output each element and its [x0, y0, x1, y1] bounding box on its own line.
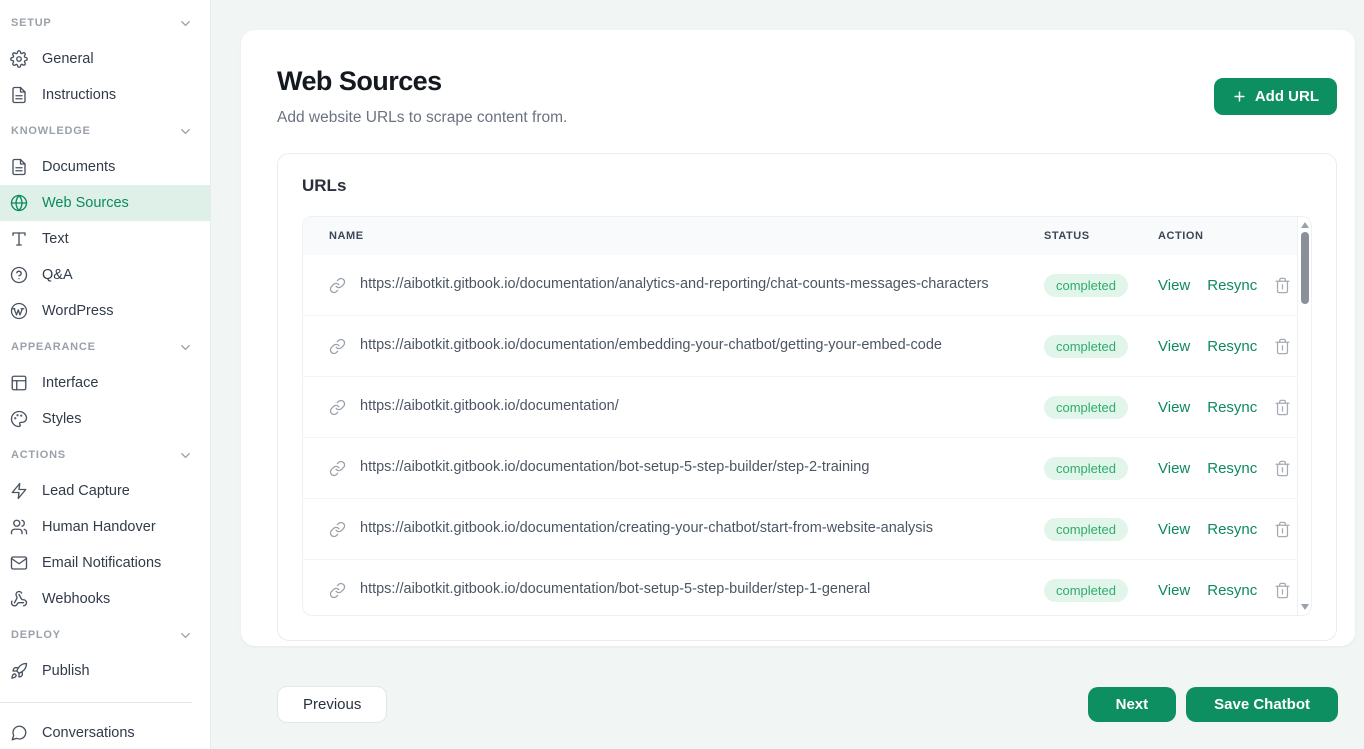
scroll-up-arrow[interactable] — [1301, 222, 1309, 228]
view-link[interactable]: View — [1158, 399, 1190, 416]
url-text: https://aibotkit.gitbook.io/documentatio… — [360, 335, 942, 357]
trash-icon[interactable] — [1274, 338, 1291, 355]
status-badge: completed — [1044, 579, 1128, 602]
resync-link[interactable]: Resync — [1207, 460, 1257, 477]
table-header: NAME STATUS ACTION — [303, 217, 1297, 255]
status-badge: completed — [1044, 396, 1128, 419]
status-badge: completed — [1044, 274, 1128, 297]
urls-table: NAME STATUS ACTION https://aibotkit.gitb… — [302, 216, 1312, 616]
url-text: https://aibotkit.gitbook.io/documentatio… — [360, 274, 989, 296]
table-row: https://aibotkit.gitbook.io/documentatio… — [303, 255, 1297, 316]
resync-link[interactable]: Resync — [1207, 521, 1257, 538]
view-link[interactable]: View — [1158, 521, 1190, 538]
link-icon — [329, 521, 346, 538]
link-icon — [329, 277, 346, 294]
trash-icon[interactable] — [1274, 277, 1291, 294]
trash-icon[interactable] — [1274, 399, 1291, 416]
trash-icon[interactable] — [1274, 460, 1291, 477]
status-badge: completed — [1044, 457, 1128, 480]
link-icon — [329, 338, 346, 355]
table-row: https://aibotkit.gitbook.io/documentatio… — [303, 377, 1297, 438]
link-icon — [329, 399, 346, 416]
column-header-name: NAME — [329, 230, 1044, 242]
trash-icon[interactable] — [1274, 521, 1291, 538]
status-badge: completed — [1044, 518, 1128, 541]
urls-panel: URLs NAME STATUS ACTION https://aibotkit… — [277, 153, 1337, 641]
resync-link[interactable]: Resync — [1207, 582, 1257, 599]
table-row: https://aibotkit.gitbook.io/documentatio… — [303, 438, 1297, 499]
table-scrollbar[interactable] — [1297, 217, 1311, 615]
table-row: https://aibotkit.gitbook.io/documentatio… — [303, 499, 1297, 560]
view-link[interactable]: View — [1158, 582, 1190, 599]
url-text: https://aibotkit.gitbook.io/documentatio… — [360, 518, 933, 540]
table-row: https://aibotkit.gitbook.io/documentatio… — [303, 316, 1297, 377]
resync-link[interactable]: Resync — [1207, 338, 1257, 355]
column-header-status: STATUS — [1044, 230, 1158, 242]
table-row: https://aibotkit.gitbook.io/documentatio… — [303, 560, 1297, 616]
link-icon — [329, 460, 346, 477]
url-text: https://aibotkit.gitbook.io/documentatio… — [360, 396, 619, 418]
view-link[interactable]: View — [1158, 338, 1190, 355]
url-text: https://aibotkit.gitbook.io/documentatio… — [360, 579, 870, 601]
scrollbar-thumb[interactable] — [1301, 232, 1309, 304]
url-text: https://aibotkit.gitbook.io/documentatio… — [360, 457, 869, 479]
resync-link[interactable]: Resync — [1207, 399, 1257, 416]
resync-link[interactable]: Resync — [1207, 277, 1257, 294]
status-badge: completed — [1044, 335, 1128, 358]
view-link[interactable]: View — [1158, 277, 1190, 294]
view-link[interactable]: View — [1158, 460, 1190, 477]
link-icon — [329, 582, 346, 599]
scroll-down-arrow[interactable] — [1301, 604, 1309, 610]
trash-icon[interactable] — [1274, 582, 1291, 599]
column-header-action: ACTION — [1158, 230, 1297, 242]
